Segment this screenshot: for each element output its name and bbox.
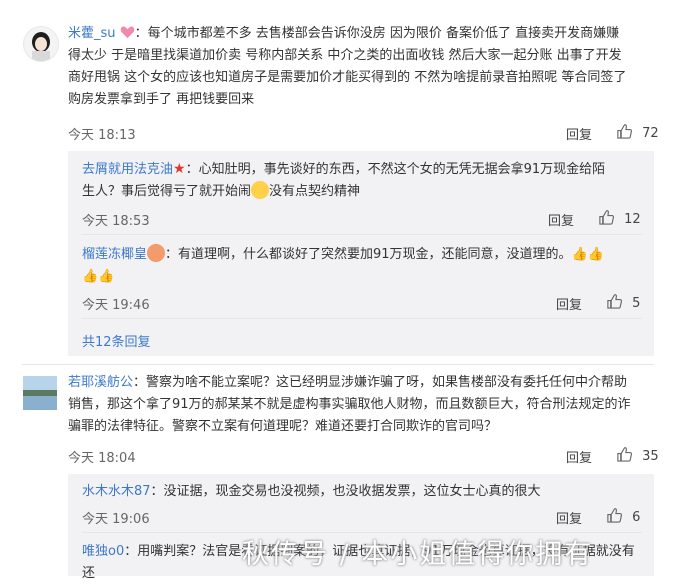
emoji-icon xyxy=(147,244,166,262)
comment-text: 米藿_su ：每个城市都差不多 去售楼部会告诉你没房 因为限价 备案价低了 直接… xyxy=(68,26,627,107)
reply-username[interactable]: 水木水木87 xyxy=(82,484,151,499)
star-icon: ★ xyxy=(173,161,186,177)
emoji-icon xyxy=(251,181,270,199)
thumbs-up-icon xyxy=(606,294,623,314)
reply-button[interactable]: 回复 xyxy=(556,508,582,527)
like-count: 5 xyxy=(632,296,641,311)
reply-text: 水木水木87：没证据，现金交易也没视频，也没收据发票，这位女士心真的很大 xyxy=(82,484,541,499)
like-count: 6 xyxy=(632,510,641,525)
reply-time: 今天 19:46 xyxy=(82,298,150,313)
avatar[interactable] xyxy=(23,26,59,62)
reply-time: 今天 19:06 xyxy=(82,512,150,527)
divider xyxy=(82,318,642,319)
watermark: 秋传号 / 本小姐值得你拥有 xyxy=(242,539,594,570)
reply-button[interactable]: 回复 xyxy=(556,294,582,313)
reply-time: 今天 18:53 xyxy=(82,214,150,229)
like-button[interactable]: 35 xyxy=(616,446,659,467)
thumbs-up-icon xyxy=(598,210,615,230)
like-button[interactable]: 72 xyxy=(616,123,659,144)
reply-username[interactable]: 唯独o0 xyxy=(82,544,124,559)
comment-username[interactable]: 若耶溪舫公 xyxy=(68,375,133,390)
reply-username[interactable]: 去屑就用法克油 xyxy=(82,162,173,177)
like-button[interactable]: 12 xyxy=(598,209,641,230)
thumbs-up-icon xyxy=(616,124,633,144)
reply-text: 榴莲冻椰皇 ：有道理啊，什么都谈好了突然要加91万现金，还能同意，没道理的。👍👍 … xyxy=(82,244,642,288)
thumbs-up-icon xyxy=(616,447,633,467)
like-button[interactable]: 5 xyxy=(606,293,640,314)
reply-text: 去屑就用法克油★：心知肚明，事先谈好的东西，不然这个女的无凭无据会拿91万现金给… xyxy=(82,161,606,199)
reply-button[interactable]: 回复 xyxy=(566,447,592,466)
avatar[interactable] xyxy=(23,376,57,410)
like-count: 72 xyxy=(642,126,659,141)
comment-time: 今天 18:04 xyxy=(68,451,136,466)
reply-button[interactable]: 回复 xyxy=(548,210,574,229)
comment-username[interactable]: 米藿_su xyxy=(68,26,116,41)
heart-icon xyxy=(120,26,135,41)
like-count: 35 xyxy=(642,449,659,464)
reply-username[interactable]: 榴莲冻椰皇 xyxy=(82,247,147,262)
divider xyxy=(22,364,654,365)
comment-time: 今天 18:13 xyxy=(68,128,136,143)
thumbs-up-emoji-icon: 👍👍 xyxy=(82,269,115,284)
like-count: 12 xyxy=(624,212,641,227)
thumbs-up-icon xyxy=(606,508,623,528)
divider xyxy=(82,234,642,235)
reply-button[interactable]: 回复 xyxy=(566,124,592,143)
comment-text: 若耶溪舫公：警察为啥不能立案呢？这已经明显涉嫌诈骗了呀，如果售楼部没有委托任何中… xyxy=(68,375,631,434)
thumbs-up-emoji-icon: 👍👍 xyxy=(571,247,604,262)
like-button[interactable]: 6 xyxy=(606,507,640,528)
more-replies-link[interactable]: 共12条回复 xyxy=(82,331,151,350)
